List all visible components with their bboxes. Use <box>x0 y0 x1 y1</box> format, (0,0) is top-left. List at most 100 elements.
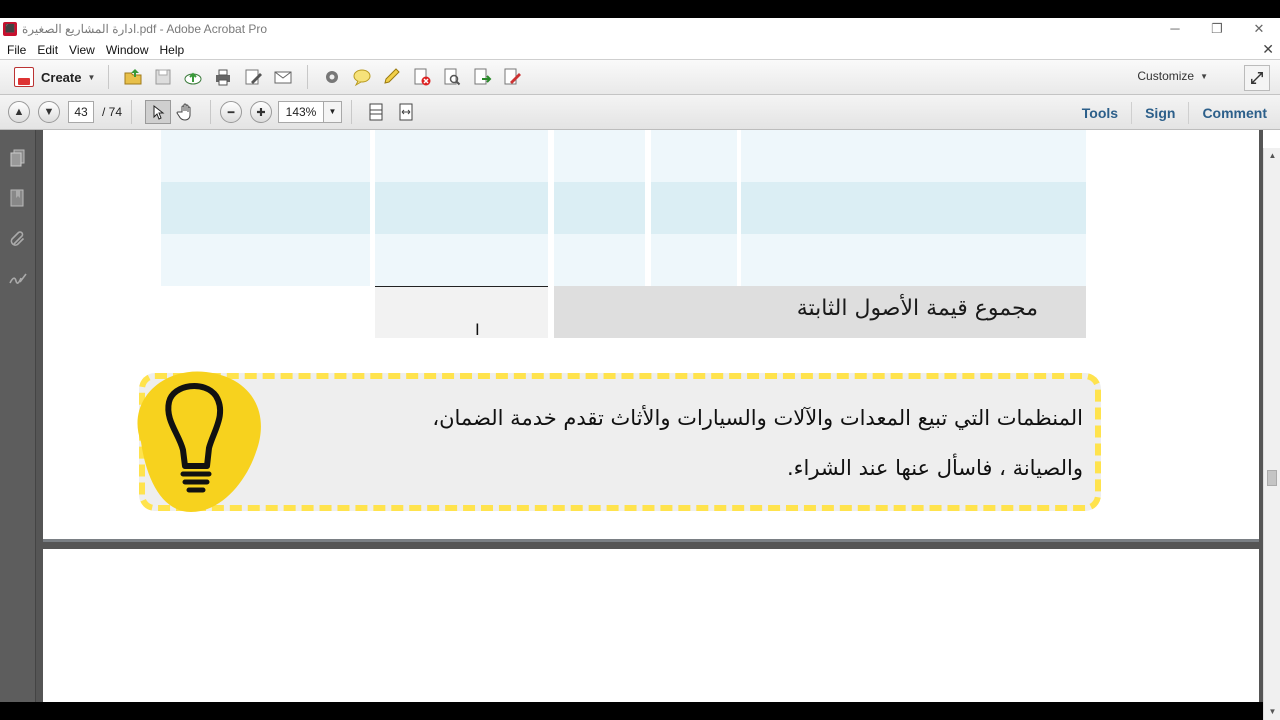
bookmark-icon <box>10 189 24 207</box>
create-pdf-icon <box>14 67 34 87</box>
export-icon[interactable] <box>470 65 494 89</box>
menu-help[interactable]: Help <box>160 43 185 57</box>
window-controls: ─ ❐ ✕ <box>1154 18 1280 40</box>
table-cell <box>161 234 370 286</box>
vertical-scrollbar[interactable]: ▲ ▼ <box>1263 148 1280 720</box>
table-cell <box>651 130 737 182</box>
table-cell <box>741 182 1086 234</box>
pdf-page: مجموع قيمة الأصول الثابتة I المنظمات الت… <box>43 130 1259 591</box>
table-cell <box>554 130 645 182</box>
menu-file[interactable]: File <box>7 43 26 57</box>
fit-page-button[interactable] <box>364 100 388 124</box>
title-bar: ⬛ ادارة المشاريع الصغيرة.pdf - Adobe Acr… <box>0 18 1280 40</box>
zoom-level-input[interactable]: 143% <box>278 101 325 123</box>
create-label: Create <box>41 69 82 85</box>
table-cell <box>741 130 1086 182</box>
gear-icon[interactable] <box>320 65 344 89</box>
page-thumbnails-button[interactable] <box>6 146 30 170</box>
hand-icon <box>176 103 191 121</box>
select-tool-button[interactable] <box>145 100 172 124</box>
pdf-page-next <box>43 549 1259 702</box>
table-cell <box>554 234 645 286</box>
sign-form-icon[interactable] <box>500 65 524 89</box>
window-title: ادارة المشاريع الصغيرة.pdf - Adobe Acrob… <box>22 22 268 36</box>
fit-width-button[interactable] <box>394 100 418 124</box>
navigation-pane <box>0 130 36 702</box>
table-cell <box>741 234 1086 286</box>
main-toolbar: Create ▼ Customize ▼ <box>0 59 1280 95</box>
tip-line: المنظمات التي تبيع المعدات والآلات والسي… <box>432 406 1083 430</box>
cloud-upload-icon[interactable] <box>181 65 205 89</box>
tip-box: المنظمات التي تبيع المعدات والآلات والسي… <box>139 373 1101 511</box>
email-icon[interactable] <box>271 65 295 89</box>
create-button[interactable]: Create ▼ <box>10 64 99 90</box>
fit-page-icon <box>369 103 383 121</box>
highlight-icon[interactable] <box>380 65 404 89</box>
document-viewport[interactable]: مجموع قيمة الأصول الثابتة I المنظمات الت… <box>36 130 1263 702</box>
scroll-up-icon[interactable]: ▲ <box>1264 148 1280 164</box>
toolbar-separator <box>351 100 353 124</box>
table-cell <box>161 182 370 234</box>
scroll-thumb[interactable] <box>1267 470 1277 486</box>
menu-edit[interactable]: Edit <box>37 43 58 57</box>
chevron-down-icon: ▼ <box>1200 71 1208 81</box>
open-folder-icon[interactable] <box>121 65 145 89</box>
signatures-button[interactable] <box>6 266 30 290</box>
arrow-up-icon: ▲ <box>13 106 25 118</box>
restore-button[interactable]: ❐ <box>1196 18 1238 40</box>
text-cursor-icon: I <box>475 320 480 339</box>
customize-button[interactable]: Customize ▼ <box>1137 69 1208 83</box>
edit-icon[interactable] <box>241 65 265 89</box>
minus-icon: ━ <box>227 106 235 119</box>
table-cell <box>161 130 370 182</box>
bookmarks-button[interactable] <box>6 186 30 210</box>
full-screen-button[interactable] <box>1244 65 1270 91</box>
close-button[interactable]: ✕ <box>1238 18 1280 40</box>
menu-window[interactable]: Window <box>106 43 149 57</box>
minimize-button[interactable]: ─ <box>1154 18 1196 40</box>
toolbar-separator <box>210 100 212 124</box>
lightbulb-icon <box>137 371 261 512</box>
attachments-button[interactable] <box>6 226 30 250</box>
zoom-out-button[interactable]: ━ <box>220 101 243 123</box>
acrobat-app-icon: ⬛ <box>3 22 17 36</box>
table-cell <box>375 234 548 286</box>
menu-view[interactable]: View <box>69 43 95 57</box>
plus-icon: ✚ <box>256 106 266 119</box>
paperclip-icon <box>10 231 25 246</box>
table-cell <box>375 130 548 182</box>
total-label-cell: مجموع قيمة الأصول الثابتة <box>554 286 1086 338</box>
table-cell <box>651 182 737 234</box>
page-number-input[interactable]: 43 <box>68 101 94 123</box>
total-fixed-assets-label: مجموع قيمة الأصول الثابتة <box>796 296 1038 321</box>
comment-pane-button[interactable]: Comment <box>1188 101 1280 124</box>
save-icon[interactable] <box>151 65 175 89</box>
scroll-down-icon[interactable]: ▼ <box>1264 704 1280 720</box>
navigation-toolbar: ▲ ▼ 43 / 74 ━ ✚ 143% ▼ Tools Sign Commen… <box>0 95 1280 130</box>
hand-tool-button[interactable] <box>174 100 198 124</box>
chevron-down-icon: ▼ <box>87 72 96 82</box>
tools-pane-button[interactable]: Tools <box>1069 102 1131 124</box>
previous-page-button[interactable]: ▲ <box>8 101 30 123</box>
customize-label: Customize <box>1137 69 1195 83</box>
fit-width-icon <box>399 103 413 121</box>
close-document-button[interactable]: ✕ <box>1262 41 1274 58</box>
document-search-icon[interactable] <box>440 65 464 89</box>
toolbar-separator <box>307 65 309 89</box>
zoom-in-button[interactable]: ✚ <box>250 101 273 123</box>
table-cell <box>651 234 737 286</box>
comment-icon[interactable] <box>350 65 374 89</box>
task-panes: Tools Sign Comment <box>1069 95 1280 130</box>
print-icon[interactable] <box>211 65 235 89</box>
toolbar-separator <box>131 100 133 124</box>
delete-page-icon[interactable] <box>410 65 434 89</box>
zoom-dropdown[interactable]: ▼ <box>324 101 343 123</box>
chevron-down-icon: ▼ <box>328 107 337 116</box>
sign-pane-button[interactable]: Sign <box>1131 101 1188 124</box>
table-cell <box>375 182 548 234</box>
menu-bar: File Edit View Window Help ✕ <box>0 40 1280 59</box>
toolbar-separator <box>108 65 110 89</box>
page-total: / 74 <box>102 105 123 119</box>
next-page-button[interactable]: ▼ <box>38 101 60 123</box>
total-value-cell <box>375 286 548 338</box>
